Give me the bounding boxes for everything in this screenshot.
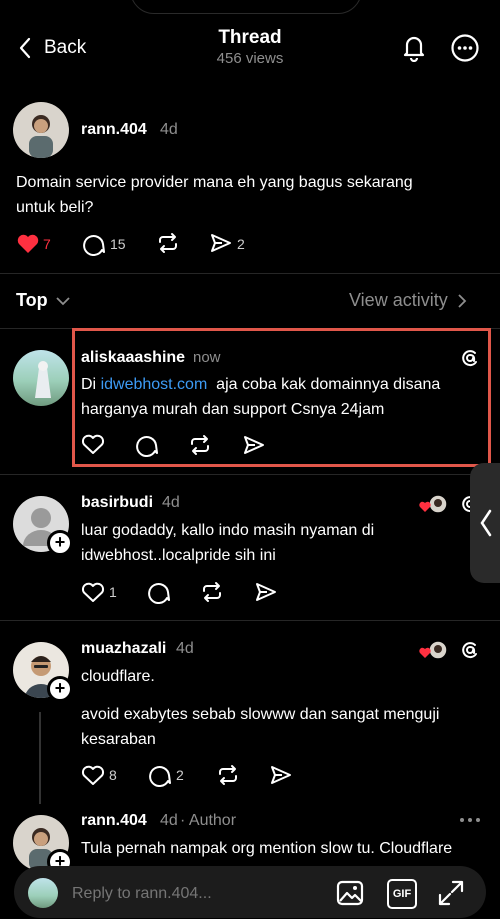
- avatar[interactable]: [13, 102, 69, 158]
- repost-icon[interactable]: [200, 580, 224, 604]
- view-count: 456 views: [216, 50, 284, 67]
- image-icon[interactable]: [336, 879, 364, 907]
- divider: [0, 474, 500, 475]
- reply-time: 4d: [176, 640, 194, 657]
- heart-filled-icon[interactable]: [16, 232, 40, 254]
- divider: [0, 620, 500, 621]
- thread-line: [39, 712, 41, 804]
- chevron-left-icon: [480, 509, 492, 537]
- reply-time: 4d: [162, 494, 180, 511]
- reply-username[interactable]: muazhazali: [81, 640, 166, 658]
- device-notch: [130, 0, 362, 14]
- repost-icon[interactable]: [188, 433, 212, 457]
- share-icon[interactable]: [269, 763, 293, 787]
- side-panel-handle[interactable]: [470, 463, 500, 583]
- follow-plus-button[interactable]: +: [47, 676, 73, 702]
- reply-username[interactable]: basirbudi: [81, 494, 153, 512]
- more-options-icon[interactable]: [450, 33, 480, 63]
- repost-icon[interactable]: [216, 763, 240, 787]
- comment-icon[interactable]: [82, 232, 106, 256]
- gif-label: GIF: [392, 888, 412, 900]
- view-activity-label: View activity: [349, 290, 448, 310]
- share-icon[interactable]: [254, 580, 278, 604]
- comment-icon[interactable]: [148, 763, 172, 787]
- threads-logo-icon[interactable]: [459, 639, 481, 661]
- share-count: 2: [237, 236, 245, 252]
- reply-text-pre: Di: [81, 376, 101, 393]
- like-count: 8: [109, 767, 117, 783]
- sort-label: Top: [16, 290, 48, 310]
- gif-button[interactable]: GIF: [387, 879, 417, 909]
- like-count: 1: [109, 584, 117, 600]
- heart-icon[interactable]: [81, 764, 105, 786]
- reply-username[interactable]: rann.404: [81, 812, 147, 830]
- threads-logo-icon[interactable]: [459, 347, 481, 369]
- reply-input[interactable]: [70, 880, 314, 908]
- heart-icon[interactable]: [81, 433, 105, 455]
- comment-icon[interactable]: [147, 580, 171, 604]
- liked-by-author-icon: [419, 640, 448, 660]
- reply-text: luar godaddy, kallo indo masih nyaman di…: [81, 522, 375, 564]
- avatar[interactable]: [13, 350, 69, 406]
- reply-text: cloudflare.: [81, 668, 155, 685]
- more-dots-icon[interactable]: [459, 816, 481, 824]
- reply-text: Di idwebhost.com aja coba kak domainnya …: [81, 372, 481, 422]
- view-activity-link[interactable]: View activity: [349, 290, 467, 311]
- avatar: [28, 878, 58, 908]
- divider: [0, 273, 500, 274]
- share-icon[interactable]: [209, 231, 233, 255]
- reply-time: 4d: [160, 812, 178, 829]
- back-button[interactable]: Back: [18, 36, 86, 60]
- sort-dropdown[interactable]: Top: [16, 290, 71, 311]
- reply-time: now: [193, 349, 221, 366]
- chevron-down-icon: [56, 296, 70, 305]
- repost-icon[interactable]: [156, 231, 180, 255]
- expand-icon[interactable]: [437, 879, 465, 907]
- comment-icon[interactable]: [135, 433, 159, 457]
- post-time: 4d: [160, 121, 178, 138]
- bell-icon[interactable]: [399, 32, 429, 62]
- author-tag: · Author: [180, 812, 237, 829]
- reply-text: Tula pernah nampak org mention slow tu. …: [81, 840, 453, 857]
- post-text: Domain service provider mana eh yang bag…: [16, 174, 413, 216]
- page-title: Thread: [218, 27, 282, 48]
- reply-count: 2: [176, 767, 184, 783]
- reply-text-second: avoid exabytes sebab slowww dan sangat m…: [81, 706, 440, 748]
- heart-icon[interactable]: [81, 581, 105, 603]
- share-icon[interactable]: [242, 433, 266, 457]
- like-count: 7: [43, 236, 51, 252]
- reply-link[interactable]: idwebhost.com: [101, 376, 208, 393]
- chevron-right-icon: [458, 293, 466, 308]
- liked-by-author-icon: [419, 494, 448, 514]
- post-username[interactable]: rann.404: [81, 121, 147, 139]
- reply-count: 15: [110, 236, 126, 252]
- back-label: Back: [44, 37, 87, 58]
- reply-username[interactable]: aliskaaashine: [81, 349, 185, 367]
- follow-plus-button[interactable]: +: [47, 530, 73, 556]
- chevron-left-icon: [19, 37, 31, 59]
